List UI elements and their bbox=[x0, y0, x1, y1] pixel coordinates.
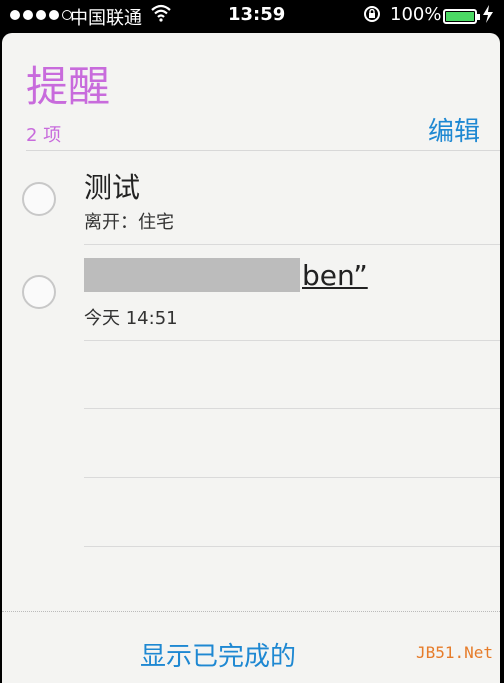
complete-checkbox[interactable] bbox=[22, 275, 56, 309]
rotation-lock-icon bbox=[362, 4, 382, 29]
reminder-title: 测试 bbox=[84, 171, 141, 204]
empty-row-line bbox=[84, 408, 500, 409]
redacted-text bbox=[84, 258, 300, 292]
reminder-title[interactable]: ben” bbox=[302, 259, 368, 292]
show-completed-button[interactable]: 显示已完成的 bbox=[140, 636, 296, 673]
battery-percent: 100% bbox=[390, 4, 442, 25]
charging-icon bbox=[482, 4, 494, 29]
page-title: 提醒 bbox=[26, 62, 111, 111]
signal-strength-icon bbox=[10, 10, 72, 20]
status-bar: 中国联通 13:59 100% bbox=[0, 0, 504, 32]
empty-row-line bbox=[84, 477, 500, 478]
divider bbox=[26, 150, 500, 151]
empty-row-line bbox=[84, 546, 500, 547]
reminder-subtitle: 离开：住宅 bbox=[84, 212, 174, 233]
complete-checkbox[interactable] bbox=[22, 182, 56, 216]
footer-divider bbox=[2, 611, 500, 612]
divider bbox=[84, 340, 500, 341]
carrier-label: 中国联通 bbox=[70, 8, 142, 29]
reminder-subtitle: 今天 14:51 bbox=[84, 308, 178, 329]
wifi-icon bbox=[150, 4, 172, 27]
item-count: 2 项 bbox=[26, 125, 62, 146]
battery-icon bbox=[443, 9, 480, 24]
edit-button[interactable]: 编辑 bbox=[428, 111, 480, 148]
divider bbox=[84, 244, 500, 245]
watermark: JB51.Net bbox=[416, 643, 494, 662]
reminders-card: 提醒 2 项 编辑 测试 离开：住宅 ben” 今天 14:51 显示已完成的 … bbox=[2, 33, 500, 683]
clock: 13:59 bbox=[228, 4, 286, 25]
